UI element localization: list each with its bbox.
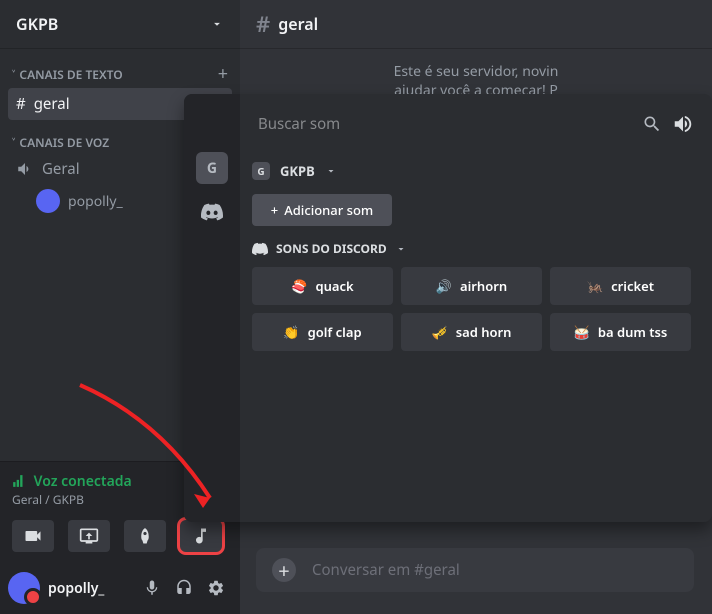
user-panel: popolly_: [0, 562, 240, 614]
sound-cricket[interactable]: 🦗 cricket: [550, 267, 691, 305]
sound-emoji: 🦗: [587, 277, 603, 295]
soundboard-server-name: GKPB: [280, 162, 315, 180]
signal-icon: [12, 474, 26, 488]
mute-button[interactable]: [136, 572, 168, 604]
channel-header: # geral: [240, 0, 712, 48]
chevron-down-icon: [395, 243, 407, 255]
soundboard-server-row[interactable]: G GKPB: [240, 154, 712, 188]
speaker-icon: [16, 160, 34, 178]
sound-emoji: 🔊: [436, 277, 452, 295]
voice-location: Geral / GKPB: [12, 491, 208, 508]
avatar: [36, 189, 60, 213]
settings-button[interactable]: [200, 572, 232, 604]
channel-name: geral: [34, 94, 70, 114]
gear-icon: [207, 579, 225, 597]
chevron-down-icon: [210, 17, 224, 31]
sound-emoji: 🥁: [574, 323, 590, 341]
server-header[interactable]: GKPB: [0, 0, 240, 48]
mic-icon: [143, 579, 161, 597]
search-icon[interactable]: [642, 114, 662, 134]
sound-golf-clap[interactable]: 👏 golf clap: [252, 313, 393, 351]
hash-icon: #: [256, 9, 270, 39]
voice-user-name: popolly_: [68, 192, 123, 211]
discord-icon: [252, 241, 268, 257]
sound-label: airhorn: [460, 277, 507, 295]
category-label: CANAIS DE TEXTO: [19, 66, 122, 83]
headset-icon: [175, 579, 193, 597]
video-button[interactable]: [12, 520, 54, 552]
message-placeholder: Conversar em #geral: [312, 560, 460, 580]
discord-icon: [201, 201, 223, 223]
sound-label: sad horn: [456, 323, 512, 341]
add-sound-label: Adicionar som: [284, 201, 373, 219]
sound-emoji: 🍣: [291, 277, 307, 295]
screenshare-button[interactable]: [68, 520, 110, 552]
volume-toggle-icon[interactable]: [672, 113, 694, 135]
screen-icon: [79, 526, 99, 546]
sound-quack[interactable]: 🍣 quack: [252, 267, 393, 305]
category-text[interactable]: ˅ CANAIS DE TEXTO +: [8, 48, 232, 88]
activity-button[interactable]: [124, 520, 166, 552]
soundboard-panel: G G GKPB + Adicionar som SONS DO DISCORD…: [184, 94, 712, 522]
sound-label: cricket: [611, 277, 654, 295]
sound-label: ba dum tss: [598, 323, 668, 341]
category-label: CANAIS DE VOZ: [19, 134, 109, 151]
search-input[interactable]: [258, 106, 632, 142]
deafen-button[interactable]: [168, 572, 200, 604]
chevron-down-icon: ˅: [12, 134, 15, 151]
username: popolly_: [48, 579, 136, 598]
soundboard-tab-discord[interactable]: [196, 196, 228, 228]
add-sound-button[interactable]: + Adicionar som: [252, 194, 392, 226]
sound-emoji: 🎺: [432, 323, 448, 341]
server-name: GKPB: [16, 13, 210, 35]
soundboard-icon: [191, 526, 211, 546]
chevron-down-icon: ˅: [12, 66, 15, 83]
sound-emoji: 👏: [283, 323, 299, 341]
plus-icon: +: [271, 201, 278, 219]
voice-connected-label: Voz conectada: [34, 472, 132, 491]
rocket-icon: [135, 526, 155, 546]
add-channel-icon[interactable]: +: [218, 62, 228, 86]
soundboard-search: [246, 100, 706, 148]
message-input[interactable]: + Conversar em #geral: [256, 548, 694, 592]
soundboard-tab-server[interactable]: G: [196, 152, 228, 184]
hash-icon: #: [16, 94, 26, 114]
discord-sounds-section[interactable]: SONS DO DISCORD: [240, 240, 712, 267]
video-icon: [23, 526, 43, 546]
server-avatar: G: [252, 162, 270, 180]
avatar[interactable]: [8, 572, 40, 604]
sound-airhorn[interactable]: 🔊 airhorn: [401, 267, 542, 305]
sound-label: golf clap: [308, 323, 362, 341]
chevron-down-icon: [325, 165, 337, 177]
channel-name: Geral: [42, 159, 80, 179]
soundboard-button[interactable]: [180, 520, 222, 552]
sound-sad-horn[interactable]: 🎺 sad horn: [401, 313, 542, 351]
attach-button[interactable]: +: [272, 558, 296, 582]
sound-label: quack: [315, 277, 353, 295]
sound-ba-dum-tss[interactable]: 🥁 ba dum tss: [550, 313, 691, 351]
section-label: SONS DO DISCORD: [276, 240, 387, 257]
channel-title: geral: [278, 13, 318, 35]
